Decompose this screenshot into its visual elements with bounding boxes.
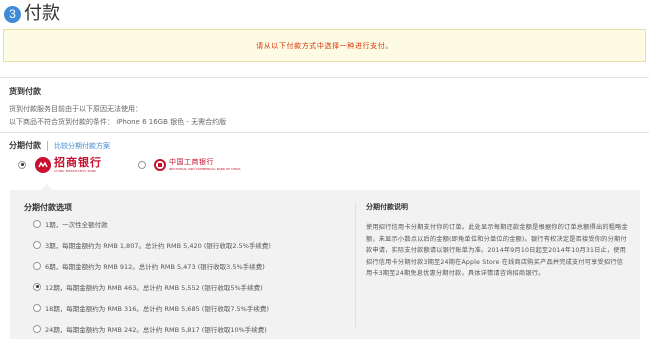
icbc-emblem-icon bbox=[154, 158, 166, 171]
icbc-name: 中国工商银行 bbox=[169, 158, 214, 166]
installment-option-12[interactable]: 12期，每期金额约为 RMB 463。总计约 RMB 5,552 (银行收取5%… bbox=[33, 276, 344, 297]
option-radio[interactable] bbox=[33, 303, 41, 312]
cmb-logo: 招商银行 CHINA MERCHANTS BANK bbox=[35, 156, 102, 173]
bank-radio-icbc[interactable] bbox=[138, 160, 146, 169]
installment-option-3[interactable]: 3期，每期金额约为 RMB 1,807。总计约 RMB 5,420 (银行收取2… bbox=[33, 234, 344, 255]
bank-option-cmb[interactable]: 招商银行 CHINA MERCHANTS BANK bbox=[18, 156, 102, 173]
installment-option-24[interactable]: 24期，每期金额约为 RMB 242。总计约 RMB 5,817 (银行收取10… bbox=[33, 318, 344, 339]
cod-unavailable-reason: 货到付款服务目前由于以下原因无法使用： bbox=[9, 105, 142, 113]
option-radio[interactable] bbox=[33, 324, 41, 333]
installment-option-18[interactable]: 18期，每期金额约为 RMB 316。总计约 RMB 5,685 (银行收取7.… bbox=[33, 297, 344, 318]
installment-panel: 分期付款选项 1期，一次性全额付款 3期，每期金额约为 RMB 1,807。总计… bbox=[10, 190, 640, 339]
installment-option-1[interactable]: 1期，一次性全额付款 bbox=[33, 213, 344, 234]
cod-ineligible-items: 以下商品不符合货到付款的条件： iPhone 6 16GB 银色 - 无需合约版 bbox=[9, 118, 227, 126]
option-label: 6期，每期金额约为 RMB 912。总计约 RMB 5,473 (银行收取3.5… bbox=[45, 262, 265, 271]
option-label: 3期，每期金额约为 RMB 1,807。总计约 RMB 5,420 (银行收取2… bbox=[45, 241, 271, 250]
option-radio[interactable] bbox=[33, 240, 41, 249]
cmb-name: 招商银行 bbox=[54, 156, 102, 169]
option-radio[interactable] bbox=[33, 219, 41, 228]
step-header: 3 付款 bbox=[4, 2, 60, 26]
option-label: 1期，一次性全额付款 bbox=[45, 220, 108, 229]
cmb-emblem-icon bbox=[35, 156, 51, 173]
installment-description: 分期付款说明 使用招行信用卡分期支付你的订单。此处显示每期还款金额是根据你的订单… bbox=[366, 202, 628, 280]
installment-header: 分期付款 比较分期付款方案 bbox=[9, 140, 110, 151]
page-title: 付款 bbox=[24, 3, 60, 24]
installment-section-title: 分期付款 bbox=[9, 141, 41, 150]
panel-divider bbox=[355, 202, 356, 327]
bank-option-icbc[interactable]: 中国工商银行 INDUSTRIAL AND COMMERCIAL BANK OF… bbox=[138, 158, 241, 171]
cod-section-title: 货到付款 bbox=[9, 87, 41, 96]
icbc-logo: 中国工商银行 INDUSTRIAL AND COMMERCIAL BANK OF… bbox=[154, 158, 241, 171]
bank-selector: 招商银行 CHINA MERCHANTS BANK 中国工商银行 INDUSTR… bbox=[18, 156, 241, 173]
compare-plans-link[interactable]: 比较分期付款方案 bbox=[54, 141, 110, 151]
divider bbox=[0, 132, 649, 133]
step-number-badge: 3 bbox=[4, 5, 21, 23]
installment-options: 分期付款选项 1期，一次性全额付款 3期，每期金额约为 RMB 1,807。总计… bbox=[24, 202, 344, 339]
option-label: 18期，每期金额约为 RMB 316。总计约 RMB 5,685 (银行收取7.… bbox=[45, 304, 269, 313]
option-label: 24期，每期金额约为 RMB 242。总计约 RMB 5,817 (银行收取10… bbox=[45, 325, 267, 334]
alert-message: 请从以下付款方式中选择一种进行支付。 bbox=[3, 29, 646, 62]
option-radio[interactable] bbox=[33, 261, 41, 270]
option-label: 12期，每期金额约为 RMB 463。总计约 RMB 5,552 (银行收取5%… bbox=[45, 283, 263, 292]
option-radio[interactable] bbox=[33, 282, 41, 291]
bank-radio-cmb[interactable] bbox=[18, 160, 26, 169]
cmb-english-name: CHINA MERCHANTS BANK bbox=[54, 169, 97, 173]
icbc-english-name: INDUSTRIAL AND COMMERCIAL BANK OF CHINA bbox=[169, 167, 241, 171]
installment-option-6[interactable]: 6期，每期金额约为 RMB 912。总计约 RMB 5,473 (银行收取3.5… bbox=[33, 255, 344, 276]
installment-options-title: 分期付款选项 bbox=[24, 203, 72, 212]
installment-description-title: 分期付款说明 bbox=[366, 203, 408, 211]
separator bbox=[47, 140, 48, 151]
installment-description-body: 使用招行信用卡分期支付你的订单。此处显示每期还款金额是根据你的订单总额得出的粗略… bbox=[366, 224, 628, 277]
divider bbox=[0, 77, 649, 78]
